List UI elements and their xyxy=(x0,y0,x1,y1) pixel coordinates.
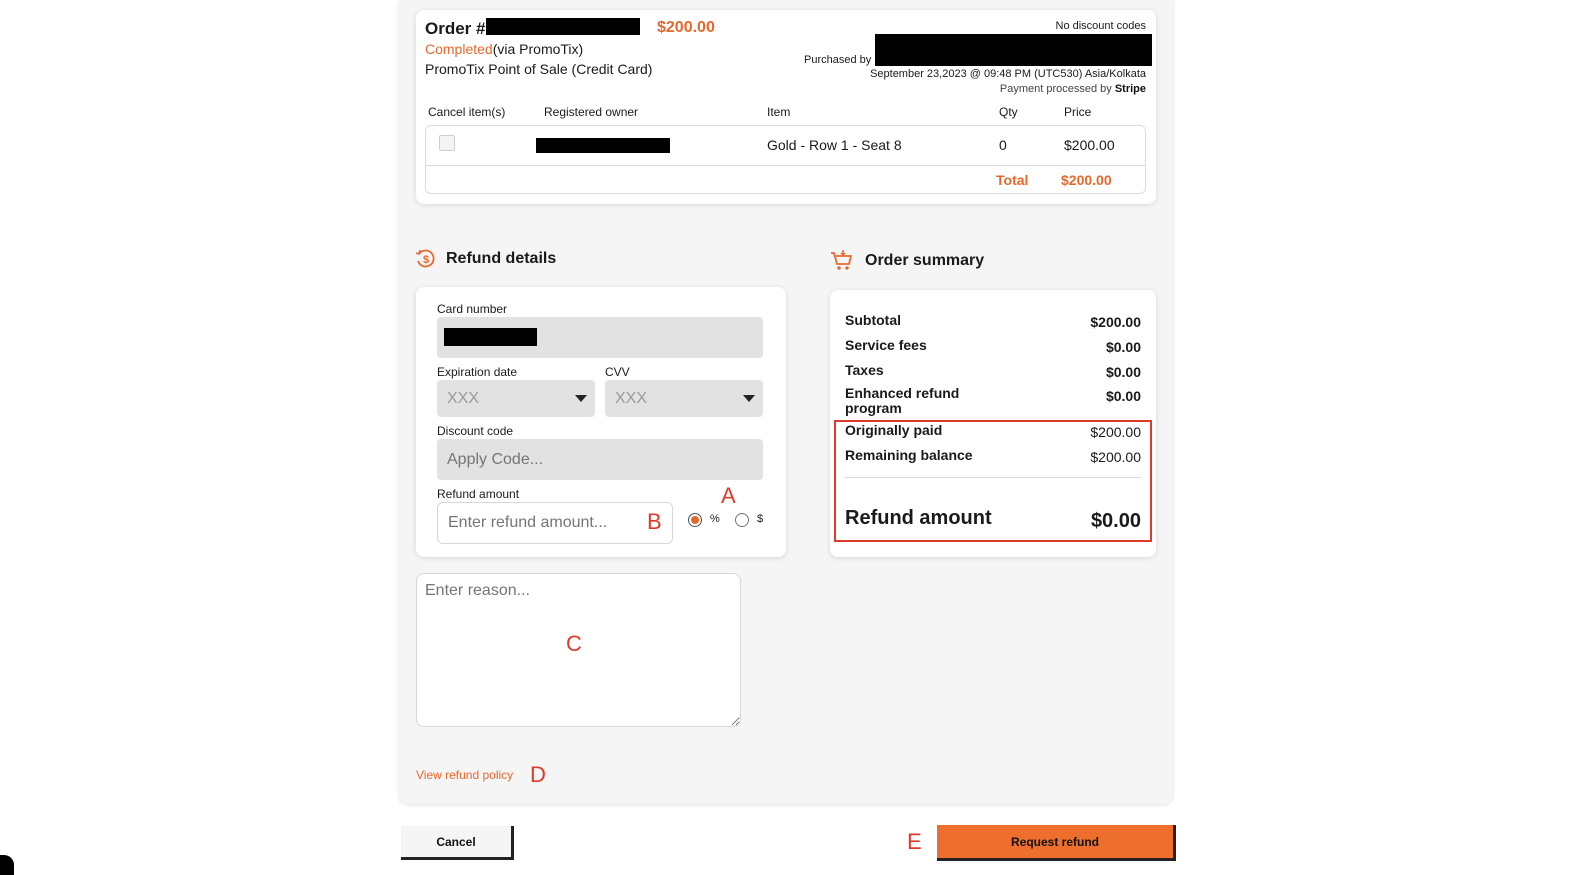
cancel-button[interactable]: Cancel xyxy=(401,826,514,860)
refund-amount-summary-value: $0.00 xyxy=(1090,510,1141,532)
expiration-select[interactable]: XXX xyxy=(437,380,595,417)
cvv-chevron-down-icon xyxy=(743,395,755,402)
order-summary-card: Subtotal $200.00 Service fees $0.00 Taxe… xyxy=(830,290,1156,557)
enhanced-refund-value: $0.00 xyxy=(1105,388,1141,404)
svg-text:$: $ xyxy=(423,254,429,266)
service-fees-label: Service fees xyxy=(845,337,927,353)
subtotal-row: Subtotal $200.00 xyxy=(845,312,1141,330)
refund-icon: $ xyxy=(415,248,437,270)
items-table: Gold - Row 1 - Seat 8 0 $200.00 Total $2… xyxy=(425,125,1146,194)
cvv-value: XXX xyxy=(615,390,648,407)
annotation-c: C xyxy=(566,631,582,656)
th-item: Item xyxy=(767,105,791,119)
service-fees-value: $0.00 xyxy=(1105,339,1141,355)
th-qty: Qty xyxy=(999,105,1018,119)
card-number-redacted xyxy=(444,328,537,346)
order-status-line: Completed(via PromoTix) xyxy=(425,41,583,57)
taxes-label: Taxes xyxy=(845,362,884,378)
annotation-d: D xyxy=(530,762,546,787)
order-card: Order # $200.00 Completed(via PromoTix) … xyxy=(416,10,1156,204)
purchased-by-label: Purchased by xyxy=(804,54,872,66)
subtotal-label: Subtotal xyxy=(845,312,901,328)
cvv-label: CVV xyxy=(605,365,630,379)
total-value: $200.00 xyxy=(1061,172,1112,188)
remaining-balance-value: $200.00 xyxy=(1090,449,1141,465)
th-cancel: Cancel item(s) xyxy=(428,105,506,119)
th-price: Price xyxy=(1064,105,1092,119)
order-pos: PromoTix Point of Sale (Credit Card) xyxy=(425,61,653,77)
taxes-value: $0.00 xyxy=(1105,364,1141,380)
subtotal-value: $200.00 xyxy=(1090,314,1141,330)
taxes-row: Taxes $0.00 xyxy=(845,362,1141,380)
order-amount: $200.00 xyxy=(657,19,715,36)
remaining-balance-row: Remaining balance $200.00 xyxy=(845,447,1141,465)
order-summary-heading: Order summary xyxy=(865,252,985,269)
refund-amount-label: Refund amount xyxy=(437,487,520,501)
row-qty: 0 xyxy=(999,137,1007,153)
cart-icon xyxy=(830,248,854,272)
processor-name: Stripe xyxy=(1114,83,1146,95)
row-item: Gold - Row 1 - Seat 8 xyxy=(767,137,902,153)
annotation-e: E xyxy=(907,829,922,854)
total-label: Total xyxy=(996,172,1029,188)
order-title: Order # xyxy=(425,19,485,39)
annotation-b: B xyxy=(647,509,662,534)
row-price: $200.00 xyxy=(1064,137,1115,153)
dollar-radio[interactable] xyxy=(735,513,749,527)
percent-radio[interactable] xyxy=(688,513,702,527)
card-number-field[interactable] xyxy=(437,317,763,358)
owner-redacted xyxy=(536,138,670,153)
refund-amount-row: Refund amount $0.00 xyxy=(845,507,1141,532)
expiration-label: Expiration date xyxy=(437,365,518,379)
enhanced-refund-row: Enhanced refund program $0.00 xyxy=(845,386,1141,416)
enhanced-refund-label: Enhanced refund program xyxy=(845,385,960,416)
cvv-select[interactable]: XXX xyxy=(605,380,763,417)
purchaser-redacted xyxy=(875,34,1152,66)
dollar-label: $ xyxy=(757,513,764,525)
order-title-prefix: Order # xyxy=(425,19,486,38)
annotation-a: A xyxy=(721,483,736,508)
order-status: Completed xyxy=(425,41,493,57)
order-via: (via PromoTix) xyxy=(492,41,584,57)
discount-code-label: Discount code xyxy=(437,424,514,438)
refund-amount-input[interactable] xyxy=(437,502,673,544)
view-refund-policy-link[interactable]: View refund policy xyxy=(416,768,513,782)
refund-details-card: Card number Expiration date XXX CVV XXX … xyxy=(416,287,786,557)
expiration-value: XXX xyxy=(447,390,480,407)
processed-prefix: Payment processed by xyxy=(999,83,1115,95)
refund-details-heading: Refund details xyxy=(446,250,557,267)
no-discount-text: No discount codes xyxy=(1055,20,1147,32)
originally-paid-value: $200.00 xyxy=(1090,424,1141,440)
originally-paid-label: Originally paid xyxy=(845,422,943,438)
order-number-redacted xyxy=(486,18,640,35)
refund-amount-summary-label: Refund amount xyxy=(845,507,992,529)
expiration-chevron-down-icon xyxy=(575,395,587,402)
summary-divider xyxy=(845,477,1141,478)
service-fees-row: Service fees $0.00 xyxy=(845,337,1141,355)
cancel-item-checkbox[interactable] xyxy=(439,135,455,151)
th-owner: Registered owner xyxy=(544,105,639,119)
percent-radio-dot xyxy=(691,516,699,524)
card-number-label: Card number xyxy=(437,302,508,316)
refund-panel: Order # $200.00 Completed(via PromoTix) … xyxy=(399,0,1173,804)
corner-decoration xyxy=(0,855,14,875)
purchase-datetime: September 23,2023 @ 09:48 PM (UTC530) As… xyxy=(870,68,1146,80)
payment-processed: Payment processed by Stripe xyxy=(1000,83,1146,95)
percent-label: % xyxy=(710,513,720,525)
request-refund-button[interactable]: Request refund xyxy=(937,825,1176,861)
originally-paid-row: Originally paid $200.00 xyxy=(845,422,1141,440)
table-row: Gold - Row 1 - Seat 8 0 $200.00 xyxy=(426,126,1145,166)
discount-code-input[interactable] xyxy=(437,439,763,480)
remaining-balance-label: Remaining balance xyxy=(845,447,973,463)
